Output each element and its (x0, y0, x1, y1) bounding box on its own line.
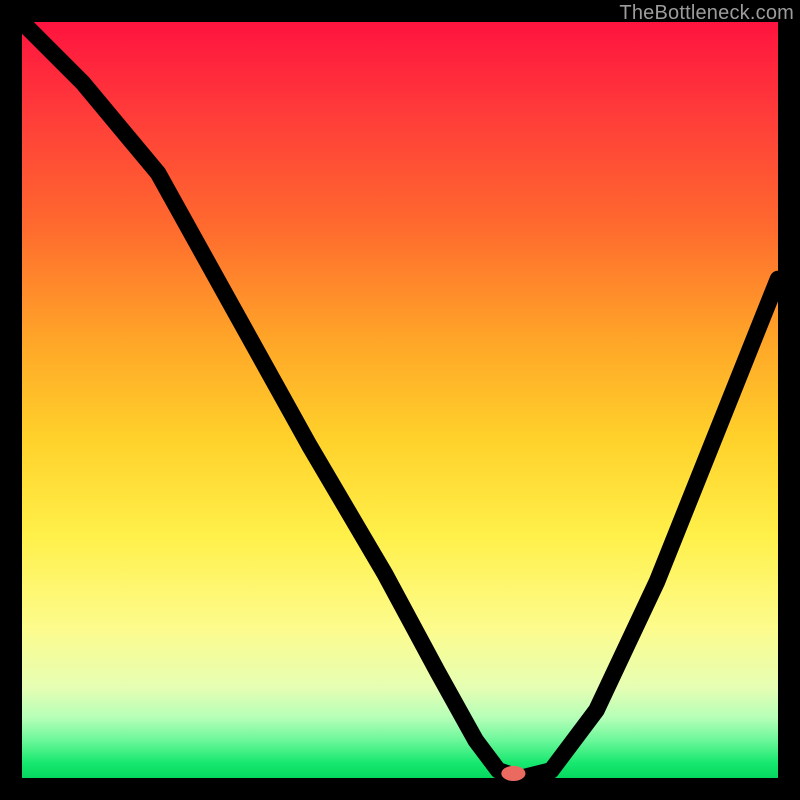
chart-svg (22, 22, 778, 778)
bottleneck-curve (22, 22, 778, 778)
plot-area (22, 22, 778, 778)
watermark-text: TheBottleneck.com (619, 2, 794, 25)
optimal-point-marker (501, 766, 525, 781)
chart-frame: TheBottleneck.com (0, 0, 800, 800)
